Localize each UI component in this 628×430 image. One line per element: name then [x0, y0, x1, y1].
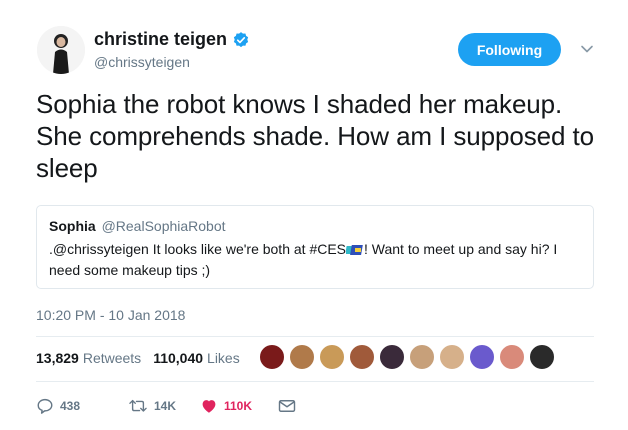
likes-count: 110,040	[153, 350, 204, 366]
reply-count: 438	[60, 399, 81, 413]
tweet-timestamp[interactable]: 10:20 PM - 10 Jan 2018	[36, 307, 185, 323]
tweet-card: christine teigen @chrissyteigen Followin…	[0, 0, 628, 430]
following-button[interactable]: Following	[458, 33, 561, 66]
liker-avatar[interactable]	[379, 344, 405, 370]
liker-avatar[interactable]	[499, 344, 525, 370]
liker-avatar[interactable]	[259, 344, 285, 370]
liker-avatar[interactable]	[469, 344, 495, 370]
quoted-tweet-text: .@chrissyteigen It looks like we're both…	[49, 239, 584, 281]
ces-hashflag-icon	[346, 245, 363, 255]
divider-top	[36, 336, 594, 337]
divider-bottom	[36, 381, 594, 382]
author-name-row[interactable]: christine teigen	[94, 29, 250, 50]
tweet-actions: 438 14K 110K	[36, 396, 296, 416]
quoted-display-name: Sophia	[49, 218, 96, 234]
verified-badge-icon	[233, 31, 249, 47]
retweets-count: 13,829	[36, 350, 79, 366]
author-display-name[interactable]: christine teigen	[94, 29, 227, 50]
retweets-label: Retweets	[82, 350, 142, 366]
author-handle[interactable]: @chrissyteigen	[94, 54, 190, 70]
author-avatar-image	[37, 26, 85, 74]
liker-avatar[interactable]	[439, 344, 465, 370]
quoted-tweet-header: Sophia @RealSophiaRobot	[49, 218, 226, 234]
likes-label: Likes	[207, 350, 240, 366]
direct-message-action[interactable]	[278, 398, 296, 414]
tweet-stats: 13,829 Retweets 110,040 Likes	[36, 350, 252, 366]
like-action[interactable]: 110K	[200, 397, 278, 415]
quoted-text-part-1: .@chrissyteigen It looks like we're both…	[49, 241, 347, 257]
retweet-count: 14K	[154, 399, 177, 413]
liker-avatar[interactable]	[319, 344, 345, 370]
liker-avatar[interactable]	[349, 344, 375, 370]
liker-avatars	[259, 344, 559, 370]
liker-avatar[interactable]	[409, 344, 435, 370]
quoted-handle: @RealSophiaRobot	[101, 218, 226, 234]
retweets-stat[interactable]: 13,829 Retweets	[36, 350, 141, 366]
retweet-action[interactable]: 14K	[128, 397, 200, 415]
quoted-tweet[interactable]: Sophia @RealSophiaRobot .@chrissyteigen …	[36, 205, 594, 289]
heart-icon	[202, 400, 216, 413]
like-count: 110K	[224, 399, 253, 413]
liker-avatar[interactable]	[529, 344, 555, 370]
reply-icon	[37, 398, 53, 414]
reply-action[interactable]: 438	[36, 397, 128, 415]
retweet-icon	[129, 399, 147, 412]
tweet-text: Sophia the robot knows I shaded her make…	[36, 89, 594, 183]
chevron-down-icon[interactable]	[580, 42, 594, 56]
author-avatar[interactable]	[37, 26, 85, 74]
liker-avatar[interactable]	[289, 344, 315, 370]
likes-stat[interactable]: 110,040 Likes	[153, 350, 240, 366]
envelope-icon	[278, 400, 296, 412]
